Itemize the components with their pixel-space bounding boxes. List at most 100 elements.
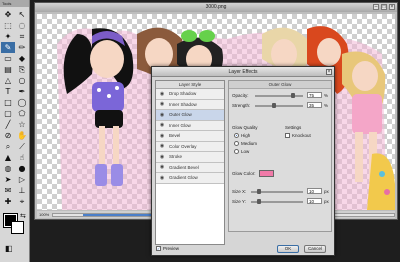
- preview-toggle[interactable]: ✓ Preview: [156, 246, 179, 251]
- close-icon[interactable]: ×: [389, 4, 395, 10]
- maximize-icon[interactable]: □: [381, 4, 387, 10]
- patch-icon[interactable]: ⌖: [15, 196, 29, 207]
- quality-medium-label: Medium: [241, 141, 258, 146]
- eraser-icon[interactable]: ▭: [1, 53, 15, 64]
- radio-dot[interactable]: [234, 149, 239, 154]
- close-icon[interactable]: ×: [326, 69, 332, 75]
- layer-style-list: Layer Style ◉ Drop Shadow ◉ Inner Shadow ◉ Ou…: [155, 80, 225, 245]
- rounded-rect-icon[interactable]: ▢: [1, 108, 15, 119]
- size-y-slider[interactable]: [251, 199, 303, 204]
- line-icon[interactable]: ╱: [1, 119, 15, 130]
- knockout-checkbox[interactable]: [285, 133, 290, 138]
- size-y-slider-knob[interactable]: [257, 199, 261, 204]
- heal-icon[interactable]: ✚: [1, 196, 15, 207]
- style-item[interactable]: ◉ Drop Shadow: [156, 89, 224, 100]
- eye-icon[interactable]: ◉: [158, 122, 166, 128]
- eye-icon[interactable]: ◉: [158, 133, 166, 139]
- style-item[interactable]: ◉ Gradient Bevel: [156, 162, 224, 173]
- eye-icon[interactable]: ◉: [158, 164, 166, 170]
- eye-icon[interactable]: ◉: [158, 91, 166, 97]
- eye-icon[interactable]: ◉: [158, 154, 166, 160]
- sponge-icon[interactable]: ◍: [1, 163, 15, 174]
- size-x-slider-knob[interactable]: [257, 189, 261, 194]
- measure-icon[interactable]: ⊥: [15, 185, 29, 196]
- smudge-icon[interactable]: ☝: [15, 152, 29, 163]
- notes-icon[interactable]: ✉: [1, 185, 15, 196]
- style-item[interactable]: ◉ Outer Glow: [156, 110, 224, 121]
- pencil-icon[interactable]: ✏: [15, 42, 29, 53]
- style-item[interactable]: ◉ Color Overlay: [156, 141, 224, 152]
- bucket-icon[interactable]: ◆: [15, 53, 29, 64]
- opacity-input[interactable]: 75: [307, 92, 322, 98]
- quality-medium-radio[interactable]: Medium: [234, 141, 257, 146]
- zoom-icon[interactable]: ⌕: [1, 141, 15, 152]
- quality-low-radio[interactable]: Low: [234, 149, 249, 154]
- sharpen-icon[interactable]: ▲: [1, 152, 15, 163]
- list-header: Layer Style: [156, 81, 224, 89]
- lasso-icon[interactable]: ◌: [15, 20, 29, 31]
- burn-icon[interactable]: ●: [15, 163, 29, 174]
- move-icon[interactable]: ✥: [1, 9, 15, 20]
- marquee-icon[interactable]: ⬚: [1, 20, 15, 31]
- preview-checkbox[interactable]: ✓: [156, 246, 161, 251]
- size-x-unit: px: [324, 189, 329, 194]
- arrow-icon[interactable]: ↖: [15, 9, 29, 20]
- star-icon[interactable]: ☆: [15, 119, 29, 130]
- dialog-titlebar[interactable]: Layer Effects ×: [152, 67, 334, 77]
- knockout-toggle[interactable]: Knockout: [285, 133, 311, 138]
- zoom-level[interactable]: 100%: [39, 212, 49, 217]
- minimize-icon[interactable]: –: [373, 4, 379, 10]
- ok-button[interactable]: OK: [277, 245, 299, 253]
- strength-input[interactable]: 35: [307, 102, 322, 108]
- cancel-button[interactable]: Cancel: [304, 245, 326, 253]
- document-titlebar[interactable]: 3000.png – □ ×: [35, 3, 397, 12]
- background-color-swatch[interactable]: [11, 221, 24, 234]
- ellipse-icon[interactable]: ◯: [15, 97, 29, 108]
- style-item-label: Color Overlay: [169, 143, 197, 149]
- glow-color-swatch[interactable]: [259, 170, 274, 177]
- tool-grid: ✥ ↖ ⬚ ◌ ✦ ⌗ ✎ ✏ ▭ ◆ ▤ ⎘ △ ○ T ✒ □ ◯ ▢ ⬠ ╱ ☆ ⊘ ✋ ⌕ ⟋ ▲ ☝ ◍ ● ➤ ▷ ✉ ⊥ ✚ ⌖: [1, 9, 29, 207]
- text-icon[interactable]: T: [1, 86, 15, 97]
- eye-icon[interactable]: ◉: [158, 143, 166, 149]
- style-item[interactable]: ◉ Inner Glow: [156, 120, 224, 131]
- strength-slider[interactable]: [255, 103, 303, 108]
- size-x-input[interactable]: 10: [307, 188, 322, 194]
- radio-dot[interactable]: [234, 133, 239, 138]
- size-y-input[interactable]: 10: [307, 198, 322, 204]
- opacity-slider-knob[interactable]: [291, 93, 295, 98]
- quick-mask-icon[interactable]: ◧: [5, 244, 13, 253]
- clone-icon[interactable]: ⎘: [15, 64, 29, 75]
- brush-icon[interactable]: ✎: [1, 42, 15, 53]
- size-y-label: Size Y:: [232, 199, 246, 204]
- polygon-icon[interactable]: ⬠: [15, 108, 29, 119]
- blur-icon[interactable]: △: [1, 75, 15, 86]
- radio-dot[interactable]: [234, 141, 239, 146]
- style-item[interactable]: ◉ Gradient Glow: [156, 173, 224, 184]
- gradient-icon[interactable]: ▤: [1, 64, 15, 75]
- path-select-icon[interactable]: ➤: [1, 174, 15, 185]
- eye-icon[interactable]: ◉: [158, 112, 166, 118]
- opacity-slider[interactable]: [255, 93, 303, 98]
- document-title: 3000.png: [205, 4, 227, 10]
- style-item[interactable]: ◉ Stroke: [156, 152, 224, 163]
- swap-colors-icon[interactable]: ⇆: [20, 212, 26, 220]
- style-item[interactable]: ◉ Bevel: [156, 131, 224, 142]
- size-x-slider[interactable]: [251, 189, 303, 194]
- eye-icon[interactable]: ◉: [158, 175, 166, 181]
- panel-title: Outer Glow: [229, 81, 331, 89]
- magic-wand-icon[interactable]: ✦: [1, 31, 15, 42]
- eyedropper-icon[interactable]: ⊘: [1, 130, 15, 141]
- eye-icon[interactable]: ◉: [158, 101, 166, 107]
- strength-slider-knob[interactable]: [272, 103, 276, 108]
- pen-icon[interactable]: ✒: [15, 86, 29, 97]
- direct-select-icon[interactable]: ▷: [15, 174, 29, 185]
- style-item[interactable]: ◉ Inner Shadow: [156, 99, 224, 110]
- dodge-icon[interactable]: ○: [15, 75, 29, 86]
- quality-high-radio[interactable]: High: [234, 133, 250, 138]
- opacity-label: Opacity:: [232, 93, 249, 98]
- hand-icon[interactable]: ✋: [15, 130, 29, 141]
- rectangle-icon[interactable]: □: [1, 97, 15, 108]
- crop-icon[interactable]: ⌗: [15, 31, 29, 42]
- tools-title: Tools: [0, 0, 29, 7]
- slice-icon[interactable]: ⟋: [15, 141, 29, 152]
